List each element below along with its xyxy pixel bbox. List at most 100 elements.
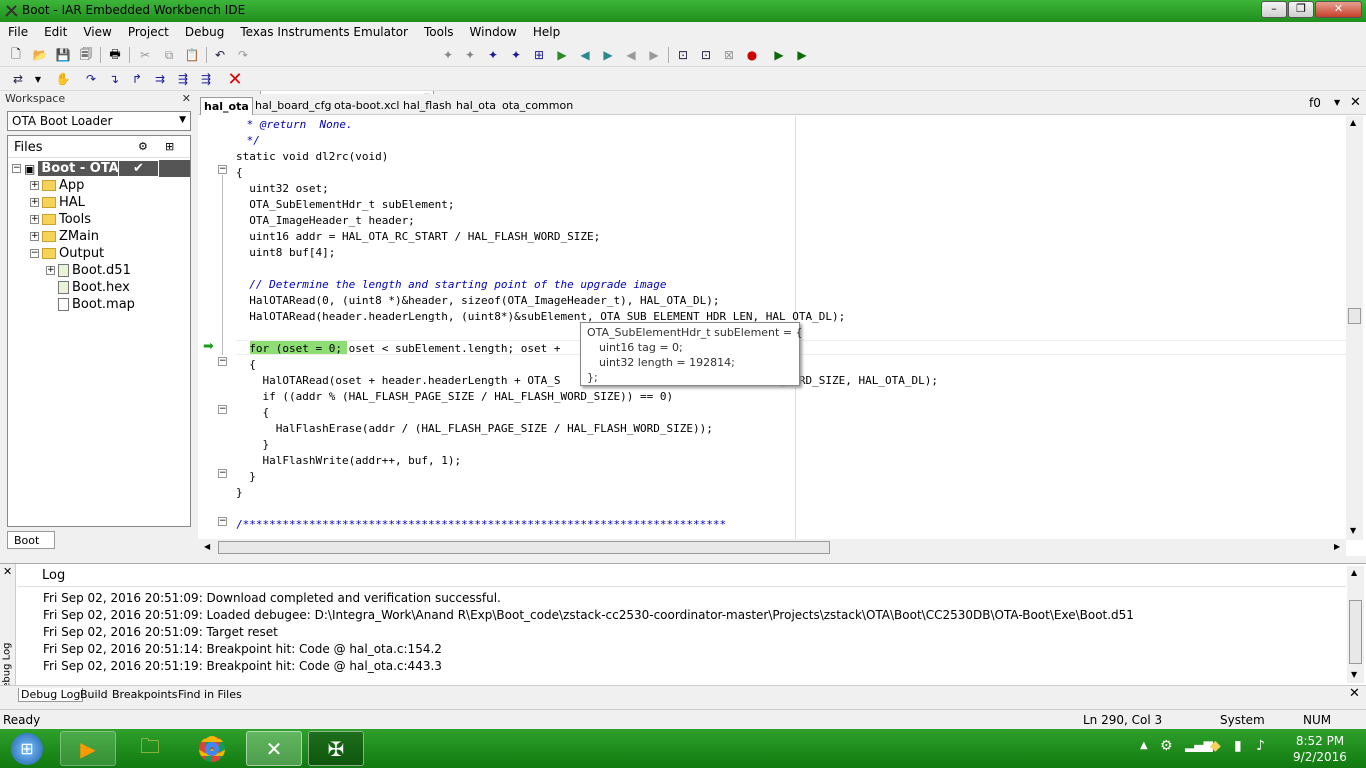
clock[interactable]: 8:52 PM 9/2/2016 <box>1280 733 1360 765</box>
maximize-button[interactable]: ❐ <box>1288 1 1314 18</box>
scroll-thumb[interactable] <box>218 541 830 554</box>
next-statement-icon[interactable]: ⇉ <box>152 71 168 87</box>
tree-item-app[interactable]: + App <box>30 177 84 194</box>
prev-bookmark-icon[interactable]: ◀ <box>577 47 593 63</box>
menu-file[interactable]: File <box>0 22 36 39</box>
find-icon[interactable]: ✦ <box>440 47 456 63</box>
scroll-down-icon[interactable]: ▼ <box>1350 526 1356 535</box>
taskbar-ti[interactable]: ✠ <box>308 731 364 766</box>
stop-debug-icon[interactable]: ✕ <box>227 69 243 90</box>
new-file-icon[interactable]: 🗋 <box>8 47 24 63</box>
step-over-icon[interactable]: ↷ <box>83 71 99 87</box>
tree-item-zmain[interactable]: + ZMain <box>30 228 99 245</box>
go-icon[interactable]: ⇶ <box>198 71 214 87</box>
start-button[interactable]: ⊞ <box>2 731 52 766</box>
tree-item-tools[interactable]: + Tools <box>30 211 91 228</box>
menu-project[interactable]: Project <box>120 22 177 39</box>
expand-icon[interactable]: + <box>30 232 39 241</box>
columns-icon[interactable]: ⊞ <box>165 140 174 153</box>
undo-icon[interactable]: ↶ <box>212 47 228 63</box>
options-icon[interactable]: ⚙ <box>138 140 148 153</box>
toggle-bookmark-icon[interactable]: ▶ <box>554 47 570 63</box>
save-all-icon[interactable]: 🗐 <box>78 47 94 63</box>
close-icon[interactable]: ✕ <box>1349 686 1360 701</box>
fold-icon[interactable]: − <box>218 517 227 526</box>
taskbar-iar[interactable]: ✕ <box>246 731 302 766</box>
close-icon[interactable]: ✕ <box>1350 95 1361 110</box>
close-icon[interactable]: ✕ <box>182 92 191 105</box>
find-prev-icon[interactable]: ✦ <box>485 47 501 63</box>
tab-breakpoints[interactable]: Breakpoints <box>112 688 178 701</box>
scroll-down-icon[interactable]: ▼ <box>1351 670 1357 679</box>
print-icon[interactable]: 🖶 <box>107 47 123 63</box>
usb-icon[interactable]: ⚙ <box>1160 738 1173 754</box>
tab-hal-ota-2[interactable]: hal_ota <box>453 97 499 115</box>
tab-hal-ota[interactable]: hal_ota <box>200 97 253 115</box>
goto-icon[interactable]: ⊞ <box>531 47 547 63</box>
tab-ota-common[interactable]: ota_common <box>499 97 576 115</box>
scroll-up-icon[interactable]: ▲ <box>1351 568 1357 577</box>
close-icon[interactable]: ✕ <box>3 565 12 578</box>
open-folder-icon[interactable]: 📂 <box>32 47 48 63</box>
make-icon[interactable]: ⊡ <box>698 47 714 63</box>
log-vertical-scrollbar[interactable]: ▲ ▼ <box>1347 566 1364 683</box>
volume-icon[interactable]: ♪ <box>1256 738 1265 754</box>
tree-item-project[interactable]: − ▣ Boot - OTA... ✔ <box>12 160 190 177</box>
expand-icon[interactable]: + <box>30 198 39 207</box>
nav-back-icon[interactable]: ◀ <box>623 47 639 63</box>
cut-icon[interactable]: ✂ <box>137 47 153 63</box>
replace-icon[interactable]: ✦ <box>508 47 524 63</box>
editor-horizontal-scrollbar[interactable]: ◀ ▶ <box>198 539 1346 556</box>
save-icon[interactable]: 💾 <box>55 47 71 63</box>
scroll-thumb[interactable] <box>1348 308 1361 324</box>
next-bookmark-icon[interactable]: ▶ <box>600 47 616 63</box>
minimize-button[interactable]: – <box>1261 1 1287 18</box>
editor-vertical-scrollbar[interactable]: ▲ ▼ <box>1346 116 1363 540</box>
collapse-icon[interactable]: − <box>30 249 39 258</box>
compile-icon[interactable]: ⊡ <box>675 47 691 63</box>
network-icon[interactable]: ▂▄▆ <box>1185 738 1213 752</box>
tree-item-hal[interactable]: + HAL <box>30 194 85 211</box>
menu-ti-emulator[interactable]: Texas Instruments Emulator <box>232 22 416 39</box>
expand-icon[interactable]: + <box>30 181 39 190</box>
menu-edit[interactable]: Edit <box>36 22 75 39</box>
run-to-cursor-icon[interactable]: ⇶ <box>175 71 191 87</box>
tab-hal-board-cfg[interactable]: hal_board_cfg <box>252 97 334 115</box>
breakpoint-icon[interactable]: ● <box>744 47 760 63</box>
break-icon[interactable]: ✋ <box>55 71 71 87</box>
fold-icon[interactable]: − <box>218 469 227 478</box>
redo-icon[interactable]: ↷ <box>235 47 251 63</box>
taskbar-explorer[interactable]: 🗀 <box>122 731 178 766</box>
scroll-thumb[interactable] <box>1349 600 1362 664</box>
fold-icon[interactable]: − <box>218 357 227 366</box>
config-select[interactable]: OTA Boot Loader ▼ <box>7 111 191 131</box>
step-into-icon[interactable]: ↴ <box>106 71 122 87</box>
scroll-right-icon[interactable]: ▶ <box>1334 542 1340 551</box>
reset-icon[interactable]: ⇄ <box>10 71 26 87</box>
collapse-icon[interactable]: − <box>12 164 21 173</box>
close-window-button[interactable]: ✕ <box>1315 1 1362 18</box>
nav-forward-icon[interactable]: ▶ <box>646 47 662 63</box>
chevron-down-icon[interactable]: ▼ <box>30 71 46 87</box>
debug-no-download-icon[interactable]: ▶ <box>794 47 810 63</box>
security-icon[interactable]: ◆ <box>1210 738 1221 754</box>
tree-item-boot-d51[interactable]: + Boot.d51 <box>46 262 131 279</box>
fold-icon[interactable]: − <box>218 405 227 414</box>
scroll-left-icon[interactable]: ◀ <box>204 542 210 551</box>
tree-item-output[interactable]: − Output <box>30 245 104 262</box>
paste-icon[interactable]: 📋 <box>184 47 200 63</box>
menu-window[interactable]: Window <box>462 22 525 39</box>
chevron-down-icon[interactable]: ▼ <box>1334 98 1340 107</box>
menu-debug[interactable]: Debug <box>177 22 232 39</box>
battery-icon[interactable]: ▮ <box>1234 738 1242 754</box>
expand-icon[interactable]: + <box>30 215 39 224</box>
copy-icon[interactable]: ⧉ <box>161 47 177 63</box>
expand-icon[interactable]: + <box>46 266 55 275</box>
menu-help[interactable]: Help <box>525 22 568 39</box>
tree-item-boot-map[interactable]: Boot.map <box>58 296 135 313</box>
menu-tools[interactable]: Tools <box>416 22 462 39</box>
tab-find-in-files[interactable]: Find in Files <box>178 688 242 701</box>
menu-view[interactable]: View <box>75 22 119 39</box>
tab-debug-log[interactable]: Debug Log <box>18 688 84 702</box>
taskbar-chrome[interactable] <box>184 731 240 766</box>
